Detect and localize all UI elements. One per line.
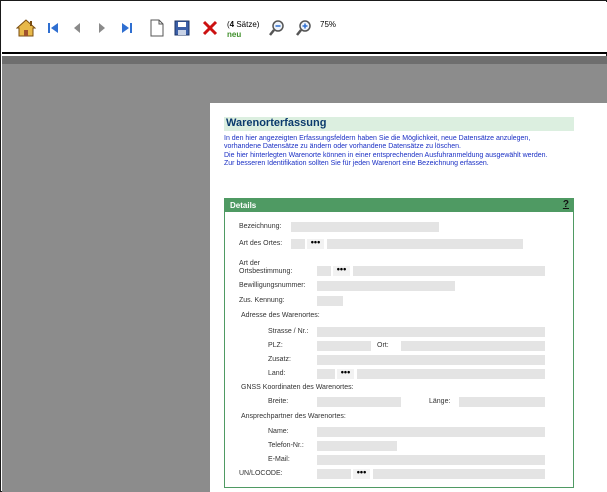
land-lookup-button[interactable]: ••• [337, 368, 354, 379]
label-ort: Ort: [377, 342, 389, 349]
zoom-out-button[interactable] [265, 16, 289, 40]
art-des-ortes-text-input[interactable] [327, 239, 523, 249]
intro-line: Die hier hinterlegten Warenorte können i… [224, 151, 548, 159]
new-document-icon [149, 19, 165, 37]
label-bezeichnung: Bezeichnung: [239, 223, 282, 230]
laenge-input[interactable] [459, 397, 545, 407]
intro-line: In den hier angezeigten Erfassungsfelder… [224, 135, 531, 142]
record-count: (4 Sätze) neu [227, 20, 259, 40]
workspace-top-band [2, 56, 607, 64]
title-bar: Warenorterfassung [224, 117, 574, 131]
breite-input[interactable] [317, 397, 401, 407]
next-icon [95, 21, 109, 35]
label-zus-kennung: Zus. Kennung: [239, 297, 285, 304]
land-code-input[interactable] [317, 369, 335, 379]
plz-input[interactable] [317, 341, 371, 351]
first-icon [46, 21, 60, 35]
delete-x-icon [202, 20, 218, 36]
first-record-button[interactable] [41, 16, 65, 40]
details-header-label: Details [230, 201, 257, 210]
label-bewilligungsnummer: Bewilligungsnummer: [239, 282, 306, 289]
intro-text: In den hier angezeigten Erfassungsfelder… [224, 135, 594, 169]
art-des-ortes-lookup-button[interactable]: ••• [307, 238, 324, 249]
save-button[interactable] [170, 16, 194, 40]
bezeichnung-input[interactable] [291, 222, 439, 232]
home-button[interactable] [14, 16, 38, 40]
label-name: Name: [268, 428, 289, 435]
label-ortsbestimmung: Ortsbestimmung: [239, 268, 293, 275]
section-ansprechpartner: Ansprechpartner des Warenortes: [241, 413, 346, 420]
label-art-des-ortes: Art des Ortes: [239, 240, 283, 247]
workspace: Warenorterfassung In den hier angezeigte… [2, 56, 607, 492]
save-icon [174, 20, 190, 36]
ortsbestimmung-lookup-button[interactable]: ••• [333, 265, 350, 276]
record-count-suffix: Sätze) [234, 20, 260, 29]
new-record-button[interactable] [145, 16, 169, 40]
intro-line: Zur besseren Identifikation sollten Sie … [224, 160, 489, 168]
page-title: Warenorterfassung [226, 117, 327, 129]
strasse-input[interactable] [317, 327, 545, 337]
toolbar: (4 Sätze) neu 75% [2, 2, 607, 54]
section-adresse: Adresse des Warenortes: [241, 312, 320, 319]
section-gnss: GNSS Koordinaten des Warenortes: [241, 384, 354, 391]
unlocode-lookup-button[interactable]: ••• [353, 468, 370, 479]
label-land: Land: [268, 370, 286, 377]
help-link[interactable]: ? [563, 199, 569, 210]
details-panel: Details ? Bezeichnung: Art des Ortes: ••… [224, 198, 574, 488]
last-icon [120, 21, 134, 35]
land-text-input[interactable] [357, 369, 545, 379]
unlocode-text-input[interactable] [373, 469, 545, 479]
last-record-button[interactable] [115, 16, 139, 40]
label-breite: Breite: [268, 398, 289, 405]
record-status: neu [227, 30, 242, 39]
label-art-der: Art der [239, 260, 261, 267]
previous-record-button[interactable] [65, 16, 89, 40]
label-zusatz: Zusatz: [268, 356, 291, 363]
label-laenge: Länge: [429, 398, 451, 405]
ortsbestimmung-code-input[interactable] [317, 266, 331, 276]
home-icon [16, 18, 36, 38]
label-unlocode: UN/LOCODE: [239, 470, 283, 477]
zusatz-input[interactable] [317, 355, 545, 365]
label-plz: PLZ: [268, 342, 283, 349]
email-input[interactable] [317, 455, 545, 465]
ort-input[interactable] [401, 341, 545, 351]
app-window: (4 Sätze) neu 75% Warenorterfassung In d… [0, 0, 607, 492]
label-telefon: Telefon-Nr.: [268, 442, 304, 449]
art-des-ortes-code-input[interactable] [291, 239, 305, 249]
label-strasse: Strasse / Nr.: [268, 328, 309, 335]
next-record-button[interactable] [90, 16, 114, 40]
delete-button[interactable] [198, 16, 222, 40]
details-header: Details ? [225, 199, 573, 212]
telefon-input[interactable] [317, 441, 397, 451]
zus-kennung-input[interactable] [317, 296, 343, 306]
document-page: Warenorterfassung In den hier angezeigte… [210, 103, 607, 492]
previous-icon [70, 21, 84, 35]
zoom-level: 75% [320, 20, 337, 29]
unlocode-code-input[interactable] [317, 469, 351, 479]
ortsbestimmung-text-input[interactable] [353, 266, 545, 276]
intro-line: vorhandene Datensätze zu ändern oder vor… [224, 143, 461, 151]
label-email: E-Mail: [268, 456, 290, 463]
zoom-out-icon [268, 19, 286, 37]
name-input[interactable] [317, 427, 545, 437]
bewilligungsnummer-input[interactable] [317, 281, 455, 291]
zoom-in-button[interactable] [292, 16, 316, 40]
zoom-in-icon [295, 19, 313, 37]
